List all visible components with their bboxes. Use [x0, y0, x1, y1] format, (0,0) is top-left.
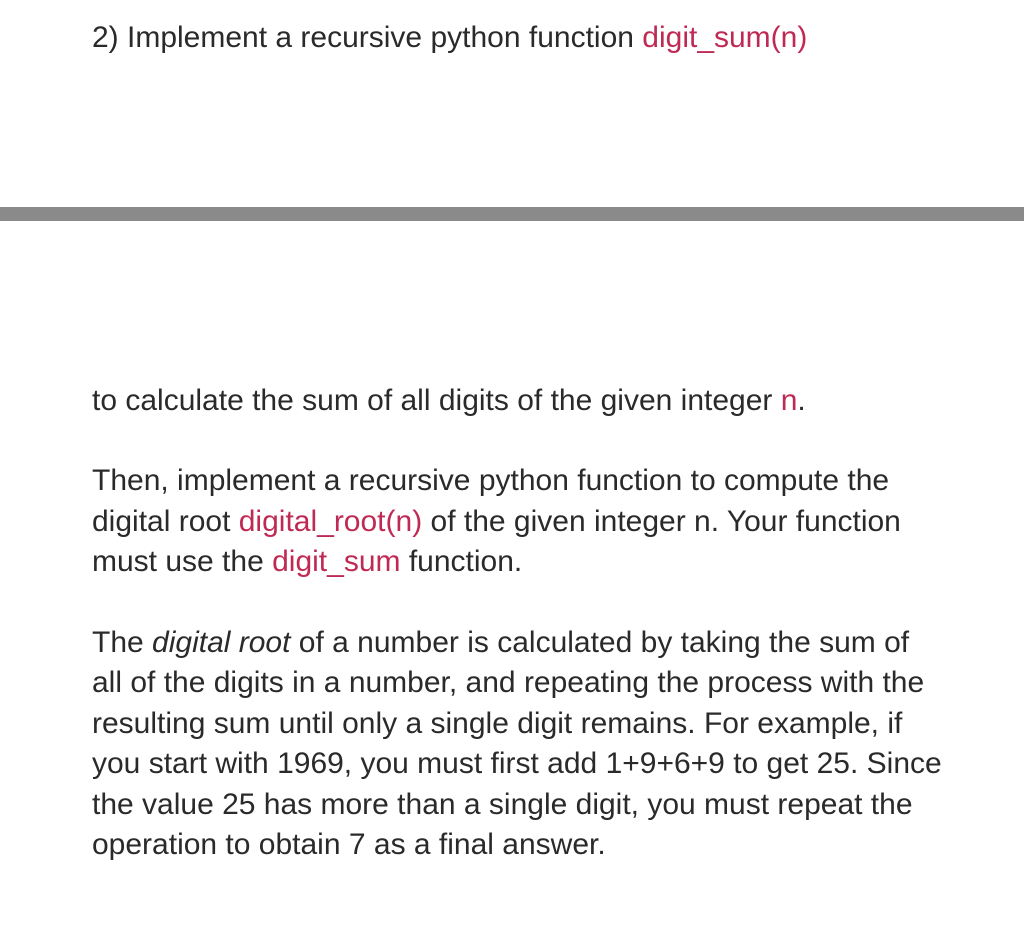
question-header-section: 2) Implement a recursive python function…: [0, 0, 1024, 59]
code-variable-n: n: [781, 384, 798, 417]
paragraph-1-text: to calculate the sum of all digits of th…: [92, 384, 781, 417]
question-body-section: to calculate the sum of all digits of th…: [0, 381, 1024, 866]
paragraph-1-suffix: .: [797, 384, 805, 417]
paragraph-3: The digital root of a number is calculat…: [92, 623, 944, 866]
question-title-line: 2) Implement a recursive python function…: [92, 18, 944, 59]
paragraph-2-part3: function.: [401, 545, 523, 578]
paragraph-3-part1: The: [92, 626, 152, 659]
paragraph-1: to calculate the sum of all digits of th…: [92, 381, 944, 422]
paragraph-3-part2: of a number is calculated by taking the …: [92, 626, 942, 862]
code-digital-root: digital_root(n): [239, 505, 422, 538]
question-title-text: 2) Implement a recursive python function: [92, 21, 642, 54]
paragraph-3-italic: digital root: [152, 626, 290, 659]
section-divider: [0, 207, 1024, 221]
paragraph-2: Then, implement a recursive python funct…: [92, 461, 944, 583]
code-digit-sum: digit_sum: [272, 545, 400, 578]
code-function-name: digit_sum(n): [642, 21, 807, 54]
